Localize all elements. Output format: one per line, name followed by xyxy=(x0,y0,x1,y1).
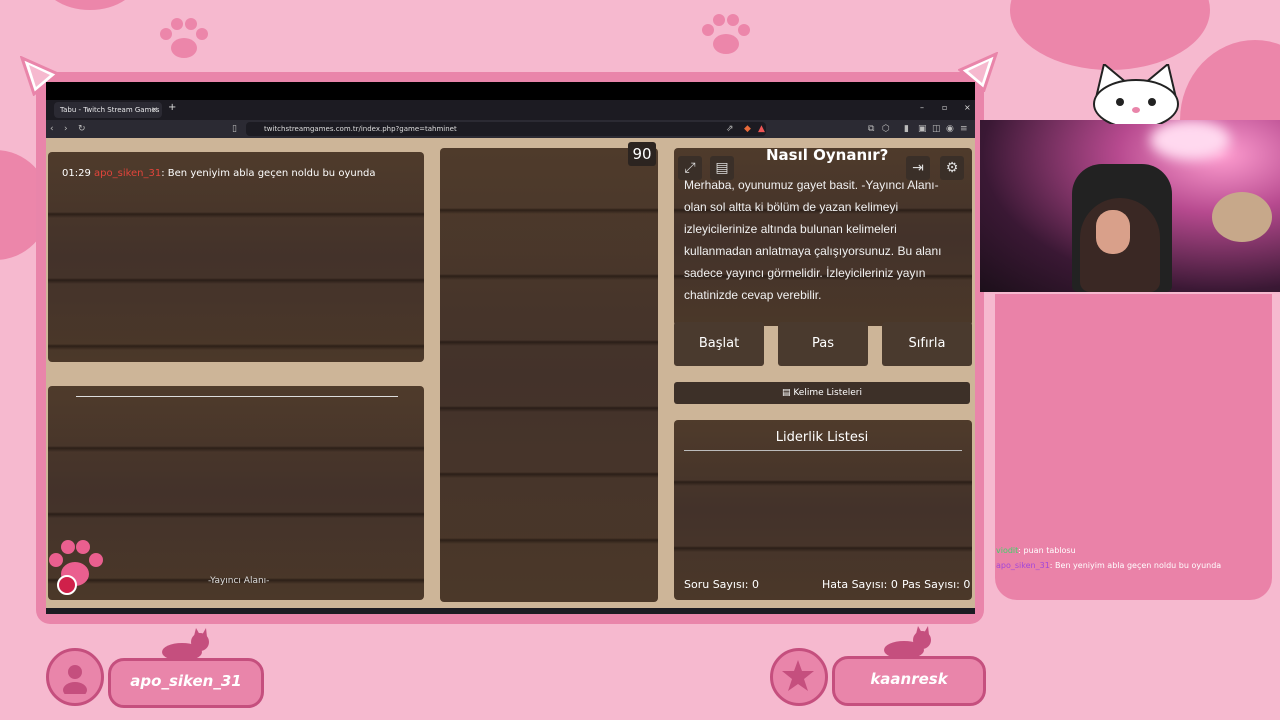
webcam-feed xyxy=(980,120,1280,292)
person-icon xyxy=(63,665,87,694)
paw-icon xyxy=(702,14,750,54)
new-tab-button[interactable]: + xyxy=(168,102,176,113)
wallet-icon[interactable]: ▣ xyxy=(918,123,927,135)
address-bar[interactable]: twitchstreamgames.com.tr/index.php?game=… xyxy=(246,122,766,136)
start-button[interactable]: Başlat xyxy=(674,322,764,366)
url-text: twitchstreamgames.com.tr/index.php?game=… xyxy=(264,125,457,133)
browser-top-strip xyxy=(46,82,975,100)
howto-text: Merhaba, oyunumuz gayet basit. -Yayıncı … xyxy=(684,178,942,302)
timer: 90 xyxy=(628,142,656,166)
chat-message: : Ben yeniyim abla geçen noldu bu oyunda xyxy=(161,168,376,179)
back-icon[interactable]: ‹ xyxy=(50,123,54,135)
word-lists-button[interactable]: ▤ Kelime Listeleri xyxy=(674,382,970,404)
chat-user: apo_siken_31 xyxy=(94,168,162,179)
bookmark-icon[interactable]: ▯ xyxy=(232,123,237,135)
howto-title: Nasıl Oynanır? xyxy=(766,146,889,164)
leaderboard-panel xyxy=(674,420,972,600)
chat-panel: 01:29 apo_siken_31: Ben yeniyim abla geç… xyxy=(48,152,424,362)
leaderboard-title: Liderlik Listesi xyxy=(775,430,869,445)
maximize-button[interactable]: ▫ xyxy=(942,103,947,112)
word-lists-label: Kelime Listeleri xyxy=(793,388,863,398)
stream-chat-user: apo_siken_31 xyxy=(996,561,1050,570)
vpn-icon[interactable]: ◉ xyxy=(946,123,954,135)
sidebar-icon[interactable]: ▮ xyxy=(904,123,909,135)
question-count: Soru Sayısı: 0 xyxy=(684,578,759,591)
reload-icon[interactable]: ↻ xyxy=(78,123,86,135)
webcam-plush xyxy=(1212,192,1272,242)
brave-shield-icon[interactable]: ◆ xyxy=(744,123,751,135)
badge-label: apo_siken_31 xyxy=(130,672,242,690)
streamer-divider xyxy=(76,396,398,397)
streamer-area-label: -Yayıncı Alanı- xyxy=(208,576,270,586)
share-icon[interactable]: ⇗ xyxy=(726,123,734,135)
stream-chat-message: : Ben yeniyim abla geçen noldu bu oyunda xyxy=(1049,561,1222,570)
paw-icon xyxy=(160,18,208,58)
tab-title: Tabu - Twitch Stream Games xyxy=(60,106,160,114)
minimize-button[interactable]: – xyxy=(920,103,924,112)
menu-icon[interactable]: ≡ xyxy=(960,123,968,135)
screenshot-icon[interactable]: ◫ xyxy=(932,123,941,135)
word-panel xyxy=(440,148,658,602)
nav-bar: ‹ › ↻ twitchstreamgames.com.tr/index.php… xyxy=(46,120,975,138)
reset-button[interactable]: Sıfırla xyxy=(882,322,972,366)
pass-button[interactable]: Pas xyxy=(778,322,868,366)
close-window-button[interactable]: × xyxy=(964,103,971,112)
rewards-icon[interactable]: ▲ xyxy=(758,123,765,135)
game-area: 01:29 apo_siken_31: Ben yeniyim abla geç… xyxy=(46,138,975,608)
list-icon: ▤ xyxy=(781,388,794,398)
star-icon xyxy=(782,660,814,691)
leaderboard-divider xyxy=(684,450,962,451)
decor-blob xyxy=(1010,0,1210,70)
stream-chat-user: viodit xyxy=(996,546,1019,555)
name-badge-left: apo_siken_31 xyxy=(108,658,264,708)
webcam-face xyxy=(1096,210,1130,254)
stream-chat-line: apo_siken_31: Ben yeniyim abla geçen nol… xyxy=(996,561,1221,570)
forward-icon[interactable]: › xyxy=(64,123,68,135)
browser-window: Tabu - Twitch Stream Games × + – ▫ × ‹ ›… xyxy=(46,100,975,614)
cursor-icon xyxy=(57,575,77,595)
cat-silhouette-icon xyxy=(884,626,931,658)
cat-silhouette-icon xyxy=(162,628,209,660)
chat-time: 01:29 xyxy=(62,168,91,179)
error-count: Hata Sayısı: 0 xyxy=(822,578,898,591)
stream-chat-line: viodit: puan tablosu xyxy=(996,546,1076,555)
extension-icon[interactable]: ⧉ xyxy=(868,123,874,135)
decor-blob xyxy=(40,0,140,10)
stream-chat-message: : puan tablosu xyxy=(1018,546,1076,555)
badge-label: kaanresk xyxy=(870,670,948,688)
webcam-light xyxy=(1150,120,1230,160)
extension-icon[interactable]: ⬡ xyxy=(882,123,890,135)
chat-line: 01:29 apo_siken_31: Ben yeniyim abla geç… xyxy=(62,168,376,179)
browser-tab[interactable]: Tabu - Twitch Stream Games × xyxy=(54,102,162,118)
pass-count: Pas Sayısı: 0 xyxy=(902,578,971,591)
cat-head-icon xyxy=(1093,64,1179,124)
tab-close-icon[interactable]: × xyxy=(151,102,158,118)
tab-bar: Tabu - Twitch Stream Games × + – ▫ × xyxy=(46,100,975,120)
name-badge-right: kaanresk xyxy=(832,656,986,706)
